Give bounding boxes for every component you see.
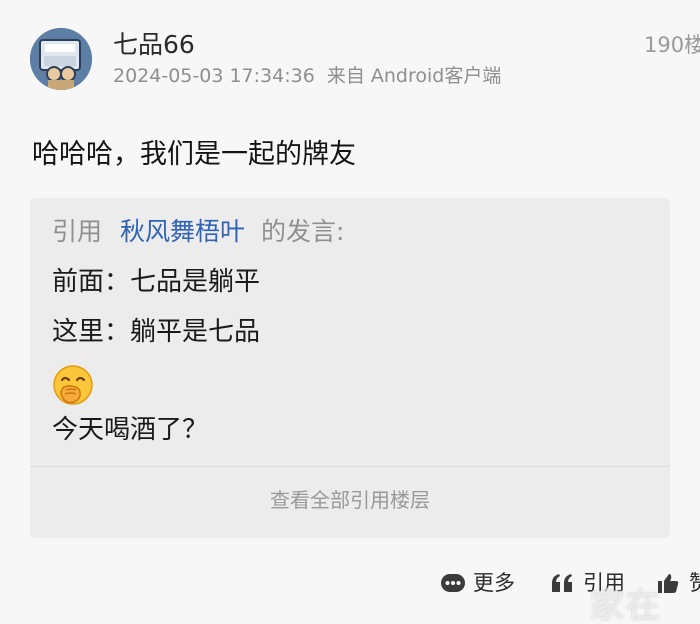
avatar[interactable]	[30, 28, 92, 90]
quote-line: 这里：躺平是七品	[52, 317, 261, 347]
quote-divider	[30, 466, 670, 467]
quote-suffix: 的发言:	[260, 217, 345, 246]
post-timestamp: 2024-05-03 17:34:36	[113, 65, 315, 87]
like-label: 赞	[689, 571, 700, 595]
quote-line: 今天喝酒了？	[52, 415, 209, 445]
author-name[interactable]: 七品66	[113, 28, 195, 62]
quote-icon	[552, 574, 572, 592]
view-all-quotes-button[interactable]: 查看全部引用楼层	[30, 482, 670, 518]
watermark: 家在	[590, 586, 662, 624]
quote-user-link[interactable]: 秋风舞梧叶	[120, 217, 245, 246]
post-content: 哈哈哈，我们是一起的牌友	[32, 139, 356, 170]
more-label: 更多	[473, 571, 515, 595]
avatar-image	[30, 28, 92, 90]
post-container: 七品66 2024-05-03 17:34:36 来自 Android客户端 1…	[0, 0, 700, 624]
face-with-hand-over-mouth-icon	[52, 364, 94, 406]
quote-block: 引用 秋风舞梧叶 的发言: 前面：七品是躺平 这里：躺平是七品 今天喝酒了？ 查…	[30, 198, 670, 538]
quote-prefix: 引用	[52, 217, 103, 246]
floor-number: 190楼	[644, 33, 700, 57]
quote-line: 前面：七品是躺平	[52, 267, 261, 297]
more-icon	[441, 574, 465, 592]
post-meta: 2024-05-03 17:34:36 来自 Android客户端	[113, 63, 501, 89]
post-source: 来自 Android客户端	[326, 65, 502, 87]
quote-header: 引用 秋风舞梧叶 的发言:	[52, 214, 344, 250]
